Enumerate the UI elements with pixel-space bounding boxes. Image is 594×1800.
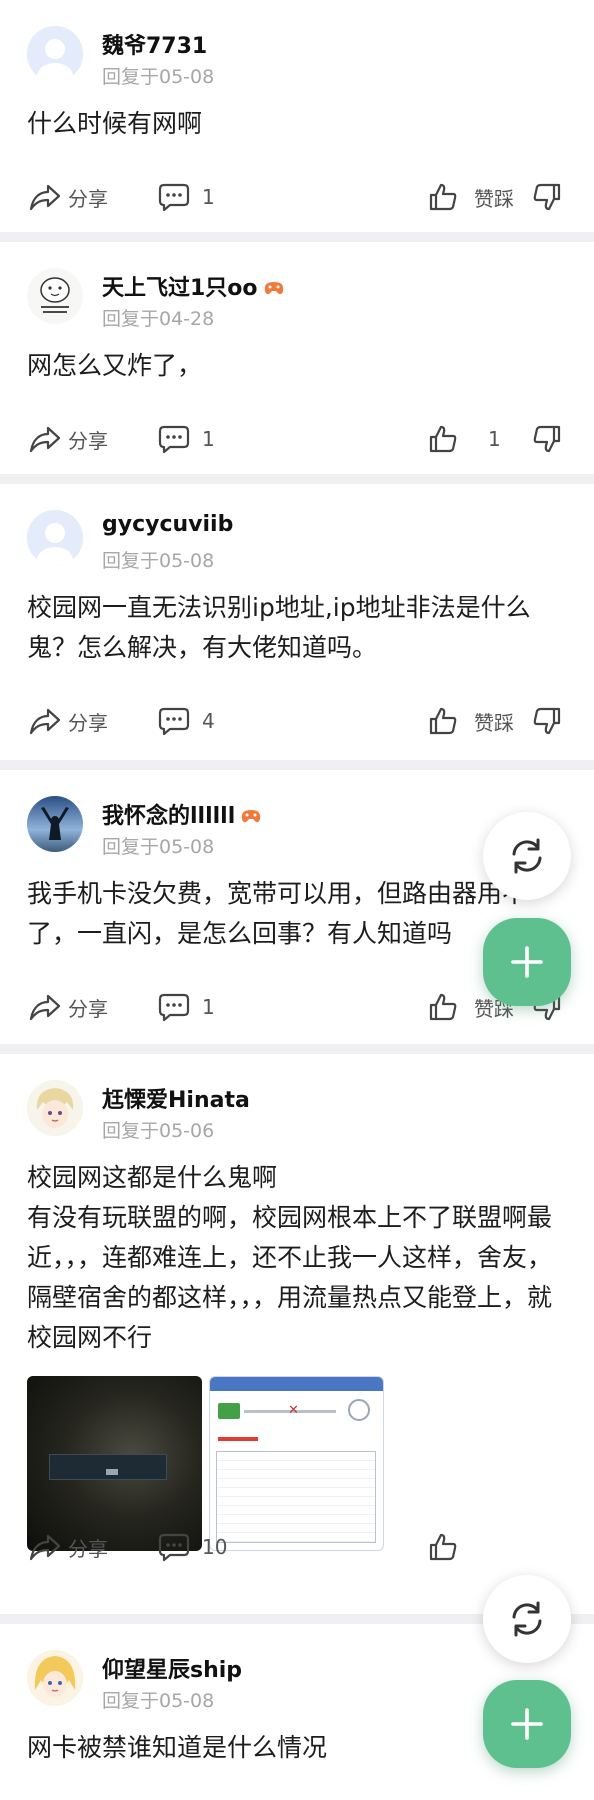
comment-button[interactable]: 1 bbox=[158, 992, 215, 1022]
reply-date: 回复于05-08 bbox=[102, 66, 215, 88]
dislike-button[interactable] bbox=[532, 182, 562, 212]
new-post-button[interactable] bbox=[483, 1680, 571, 1768]
reply-date: 回复于05-08 bbox=[102, 836, 215, 858]
comment-button[interactable]: 10 bbox=[158, 1532, 227, 1562]
comment-button[interactable]: 1 bbox=[158, 424, 215, 454]
like-button[interactable]: 赞踩 bbox=[428, 706, 514, 736]
thumbs-up-icon bbox=[429, 425, 457, 453]
action-bar: 分享 1 赞踩 bbox=[0, 144, 594, 244]
action-bar: 分享 10 bbox=[0, 1494, 594, 1594]
share-icon bbox=[29, 708, 61, 735]
anime-avatar-icon[interactable] bbox=[27, 1650, 83, 1706]
thumbs-up-icon bbox=[429, 993, 457, 1021]
share-button[interactable]: 分享 bbox=[28, 1532, 108, 1562]
username[interactable]: 我怀念的llllll bbox=[102, 798, 261, 830]
username[interactable]: 天上飞过1只oo bbox=[102, 270, 284, 302]
plus-icon bbox=[511, 946, 543, 978]
like-button[interactable] bbox=[428, 1532, 458, 1562]
comment-button[interactable]: 4 bbox=[158, 706, 215, 736]
thumbs-down-icon bbox=[533, 425, 561, 453]
share-icon bbox=[29, 426, 61, 453]
default-avatar-icon[interactable] bbox=[27, 26, 83, 82]
refresh-icon bbox=[512, 838, 542, 874]
dislike-button[interactable] bbox=[532, 706, 562, 736]
refresh-icon bbox=[512, 1601, 542, 1637]
refresh-button[interactable] bbox=[483, 1575, 571, 1663]
share-button[interactable]: 分享 bbox=[28, 706, 108, 736]
reply-card: gycycuviib 回复于05-08 校园网一直无法识别ip地址,ip地址非法… bbox=[0, 484, 594, 760]
gamepad-badge-icon bbox=[242, 810, 261, 823]
thumbs-up-icon bbox=[429, 1533, 457, 1561]
comment-icon bbox=[158, 1533, 190, 1562]
share-icon bbox=[29, 994, 61, 1021]
thumbs-up-icon bbox=[429, 183, 457, 211]
reply-content: 什么时候有网啊 bbox=[27, 109, 203, 138]
thumbs-down-icon bbox=[533, 183, 561, 211]
username[interactable]: 魏爷7731 bbox=[102, 28, 207, 60]
sticker-avatar-icon[interactable] bbox=[27, 268, 83, 324]
reply-date: 回复于05-08 bbox=[102, 550, 215, 572]
share-button[interactable]: 分享 bbox=[28, 424, 108, 454]
comment-icon bbox=[158, 993, 190, 1022]
gamepad-badge-icon bbox=[264, 282, 283, 295]
action-bar: 分享 4 赞踩 bbox=[0, 668, 594, 768]
share-icon bbox=[29, 1534, 61, 1561]
username[interactable]: 仰望星辰ship bbox=[102, 1652, 242, 1684]
like-count: 1 bbox=[488, 427, 501, 451]
like-button[interactable]: 1 bbox=[428, 424, 501, 454]
username[interactable]: 尪慄爱Hinata bbox=[102, 1082, 250, 1114]
username[interactable]: gycycuviib bbox=[102, 512, 233, 537]
new-post-button[interactable] bbox=[483, 918, 571, 1006]
thumbs-up-icon bbox=[429, 707, 457, 735]
comment-icon bbox=[158, 707, 190, 736]
reply-card: 天上飞过1只oo 回复于04-28 网怎么又炸了， 分享 1 1 bbox=[0, 242, 594, 474]
refresh-button[interactable] bbox=[483, 812, 571, 900]
share-icon bbox=[29, 184, 61, 211]
reply-content: 校园网一直无法识别ip地址,ip地址非法是什么鬼？怎么解决，有大佬知道吗。 bbox=[27, 593, 531, 662]
reply-date: 回复于05-06 bbox=[102, 1120, 215, 1142]
dislike-button[interactable] bbox=[532, 424, 562, 454]
share-button[interactable]: 分享 bbox=[28, 992, 108, 1022]
default-avatar-icon[interactable] bbox=[27, 510, 83, 566]
action-bar: 分享 1 1 bbox=[0, 386, 594, 486]
reply-card: 魏爷7731 回复于05-08 什么时候有网啊 分享 1 赞踩 bbox=[0, 0, 594, 232]
reply-content: 校园网这都是什么鬼啊 有没有玩联盟的啊，校园网根本上不了联盟啊最近，，，连都难连… bbox=[27, 1163, 553, 1352]
anime-avatar-icon[interactable] bbox=[27, 1080, 83, 1136]
share-button[interactable]: 分享 bbox=[28, 182, 108, 212]
like-button[interactable]: 赞踩 bbox=[428, 182, 514, 212]
reply-date: 回复于05-08 bbox=[102, 1690, 215, 1712]
comment-icon bbox=[158, 425, 190, 454]
reply-content: 网怎么又炸了， bbox=[27, 351, 203, 380]
silhouette-avatar-icon[interactable] bbox=[27, 796, 83, 852]
comment-button[interactable]: 1 bbox=[158, 182, 215, 212]
reply-card: 尪慄爱Hinata 回复于05-06 校园网这都是什么鬼啊 有没有玩联盟的啊，校… bbox=[0, 1054, 594, 1614]
thumbs-down-icon bbox=[533, 707, 561, 735]
plus-icon bbox=[511, 1708, 543, 1740]
comment-icon bbox=[158, 183, 190, 212]
reply-date: 回复于04-28 bbox=[102, 308, 215, 330]
